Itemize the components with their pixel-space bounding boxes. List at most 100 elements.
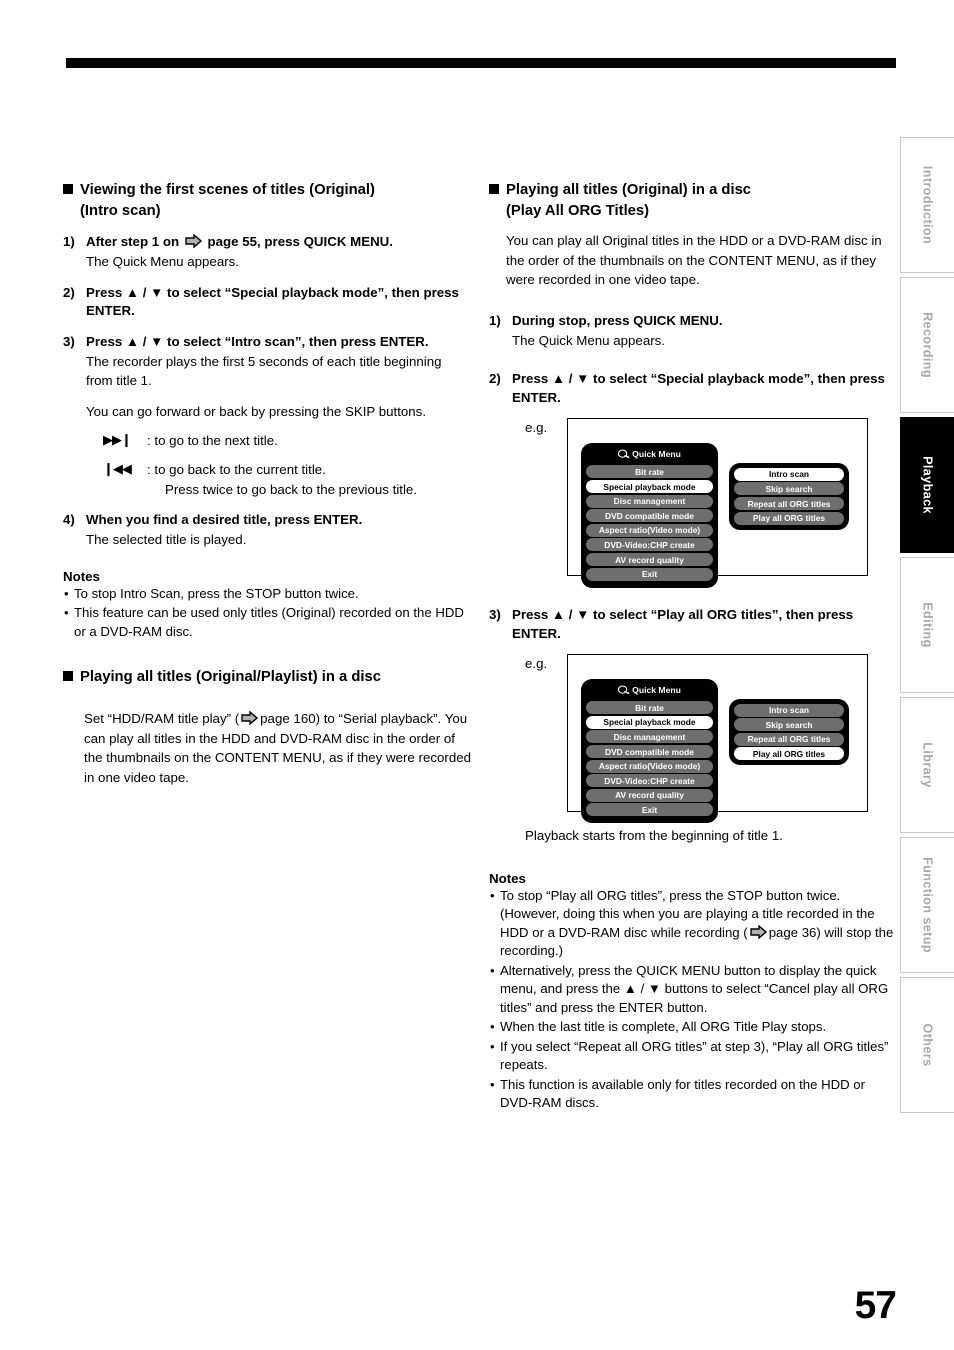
notes-heading: Notes — [489, 870, 526, 886]
submenu-item-repeat-all-org-titles[interactable]: Repeat all ORG titles — [734, 497, 844, 511]
step-number: 3) — [489, 606, 501, 622]
page-number: 57 — [854, 1284, 897, 1327]
skip-next-row: ▶▶❙ : to go to the next title. — [103, 431, 471, 450]
skip-back-text-line1: : to go back to the current title. — [147, 462, 326, 478]
submenu-item-repeat-all-org-titles[interactable]: Repeat all ORG titles — [734, 732, 844, 746]
step-number: 1) — [63, 234, 75, 250]
notes-list: To stop “Play all ORG titles”, press the… — [489, 887, 899, 1113]
quick-menu-title-row: Quick Menu — [586, 448, 713, 464]
heading-line-1: Playing all titles (Original) in a disc — [506, 182, 752, 198]
notes-list: To stop Intro Scan, press the STOP butto… — [63, 585, 471, 641]
note-item: To stop Intro Scan, press the STOP butto… — [63, 585, 471, 604]
sidebar-item-editing[interactable]: Editing — [900, 557, 954, 693]
quick-menu-screen-1: Quick Menu Bit rate Special playback mod… — [567, 417, 868, 588]
submenu-item-intro-scan[interactable]: Intro scan — [734, 467, 844, 481]
step-item: 2) Press ▲ / ▼ to select “Special playba… — [489, 370, 899, 408]
eg-label: e.g. — [525, 419, 548, 435]
after-diagram-text: Playback starts from the beginning of ti… — [525, 827, 783, 843]
menu-item-special-playback-mode[interactable]: Special playback mode — [586, 715, 713, 729]
section-heading-intro-scan: Viewing the first scenes of titles (Orig… — [63, 180, 471, 221]
sidebar-item-recording[interactable]: Recording — [900, 277, 954, 413]
sidebar-item-library[interactable]: Library — [900, 697, 954, 833]
submenu-item-play-all-org-titles[interactable]: Play all ORG titles — [734, 747, 844, 761]
quick-menu-title: Quick Menu — [632, 448, 681, 459]
step-text: During stop, press QUICK MENU. — [512, 313, 723, 328]
menu-item-exit[interactable]: Exit — [586, 567, 713, 581]
menu-item-dvd-compatible-mode[interactable]: DVD compatible mode — [586, 745, 713, 759]
bullet-square-icon — [489, 184, 499, 194]
bullet-square-icon — [63, 671, 73, 682]
step-text: After step 1 on page 55, press QUICK MEN… — [86, 233, 471, 252]
menu-item-dvd-video-chp-create[interactable]: DVD-Video:CHP create — [586, 774, 713, 788]
step-body: You can go forward or back by pressing t… — [86, 403, 427, 419]
submenu-item-play-all-org-titles[interactable]: Play all ORG titles — [734, 511, 844, 525]
section-heading-play-all-org: Playing all titles (Original) in a disc … — [489, 180, 899, 221]
menu-item-bit-rate[interactable]: Bit rate — [586, 465, 713, 479]
menu-item-dvd-video-chp-create[interactable]: DVD-Video:CHP create — [586, 538, 713, 552]
submenu-item-intro-scan[interactable]: Intro scan — [734, 703, 844, 717]
section2-para-part1: Set “HDD/RAM title play” ( — [84, 711, 240, 727]
skip-back-text: : to go back to the current title. Press… — [147, 460, 471, 499]
manual-page: Viewing the first scenes of titles (Orig… — [0, 0, 954, 1350]
step-body: The Quick Menu appears. — [512, 332, 665, 348]
skip-back-row: ❙◀◀ : to go back to the current title. P… — [103, 460, 471, 499]
step-item: 3) Press ▲ / ▼ to select “Intro scan”, t… — [63, 333, 471, 352]
heading-line-1: Viewing the first scenes of titles (Orig… — [80, 182, 375, 198]
menu-item-dvd-compatible-mode[interactable]: DVD compatible mode — [586, 509, 713, 523]
sidebar-item-playback[interactable]: Playback — [900, 417, 954, 553]
left-column: Viewing the first scenes of titles (Orig… — [63, 180, 471, 787]
skip-back-icon: ❙◀◀ — [103, 461, 132, 477]
diagram-2-wrapper: e.g. Quick Menu Bit rate Special playbac… — [489, 653, 899, 824]
section2-paragraph: Set “HDD/RAM title play” (page 160) to “… — [84, 709, 471, 787]
step-text-before-arrow: After step 1 on — [86, 234, 180, 250]
menu-item-av-record-quality[interactable]: AV record quality — [586, 788, 713, 802]
page-top-rule — [66, 58, 896, 68]
note-item: This feature can be used only titles (Or… — [63, 604, 471, 641]
step-text: Press ▲ / ▼ to select “Play all ORG titl… — [512, 606, 854, 641]
submenu-item-skip-search[interactable]: Skip search — [734, 482, 844, 496]
sidebar-item-introduction[interactable]: Introduction — [900, 137, 954, 273]
tab-label: Library — [920, 742, 935, 788]
menu-item-exit[interactable]: Exit — [586, 803, 713, 817]
step-text: Press ▲ / ▼ to select “Special playback … — [512, 371, 885, 406]
tab-label: Editing — [920, 602, 935, 648]
heading-line-2: (Play All ORG Titles) — [506, 202, 650, 219]
page-reference-arrow-icon — [241, 711, 259, 726]
menu-item-aspect-ratio[interactable]: Aspect ratio(Video mode) — [586, 523, 713, 537]
side-tab-navigation: Introduction Recording Playback Editing … — [900, 137, 954, 1117]
step-item: 1) After step 1 on page 55, press QUICK … — [63, 233, 471, 252]
sidebar-item-others[interactable]: Others — [900, 977, 954, 1113]
eg-label: e.g. — [525, 655, 548, 671]
page-reference-arrow-icon — [185, 234, 202, 249]
submenu-item-skip-search[interactable]: Skip search — [734, 718, 844, 732]
quick-menu-screen-2: Quick Menu Bit rate Special playback mod… — [567, 653, 868, 824]
section-heading-playing-all-titles: Playing all titles (Original/Playlist) i… — [63, 667, 471, 688]
note-item: If you select “Repeat all ORG titles” at… — [489, 1038, 899, 1075]
step-item: 3) Press ▲ / ▼ to select “Play all ORG t… — [489, 606, 899, 644]
quick-menu-panel: Quick Menu Bit rate Special playback mod… — [581, 442, 718, 588]
step-number: 2) — [63, 284, 75, 300]
note-item: To stop “Play all ORG titles”, press the… — [489, 887, 899, 961]
menu-item-disc-management[interactable]: Disc management — [586, 730, 713, 744]
heading-line-1: Playing all titles (Original/Playlist) i… — [80, 669, 381, 686]
skip-back-text-line2: Press twice to go back to the previous t… — [165, 481, 418, 497]
quick-menu-submenu-panel: Intro scan Skip search Repeat all ORG ti… — [729, 462, 849, 530]
tab-label: Playback — [920, 456, 935, 514]
sidebar-item-function-setup[interactable]: Function setup — [900, 837, 954, 973]
menu-item-av-record-quality[interactable]: AV record quality — [586, 553, 713, 567]
quick-menu-panel: Quick Menu Bit rate Special playback mod… — [581, 678, 718, 824]
step-body: The selected title is played. — [86, 531, 247, 547]
skip-next-text: : to go to the next title. — [147, 432, 278, 448]
quick-menu-title-row: Quick Menu — [586, 684, 713, 700]
step-item: 1) During stop, press QUICK MENU. — [489, 312, 899, 331]
menu-item-aspect-ratio[interactable]: Aspect ratio(Video mode) — [586, 759, 713, 773]
quick-menu-submenu-panel: Intro scan Skip search Repeat all ORG ti… — [729, 698, 849, 766]
menu-item-disc-management[interactable]: Disc management — [586, 494, 713, 508]
menu-item-bit-rate[interactable]: Bit rate — [586, 701, 713, 715]
heading-line-2: (Intro scan) — [80, 202, 161, 219]
note-item: This function is available only for titl… — [489, 1076, 899, 1113]
bullet-square-icon — [63, 184, 73, 194]
menu-item-special-playback-mode[interactable]: Special playback mode — [586, 480, 713, 494]
step-number: 1) — [489, 313, 501, 328]
tab-label: Function setup — [920, 857, 935, 953]
